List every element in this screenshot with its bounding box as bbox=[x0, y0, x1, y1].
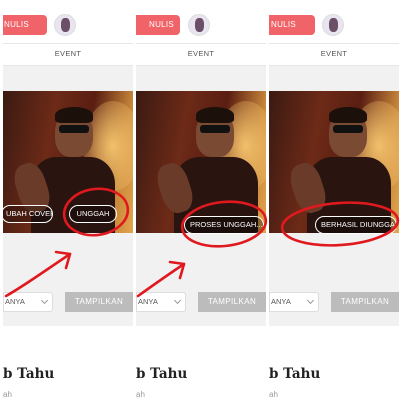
screenshot-panel-1: NULIS EVENT UBAH COVER UNGGAH ANYA TAMPI… bbox=[3, 0, 133, 404]
chevron-down-icon bbox=[40, 296, 49, 305]
tab-event[interactable]: EVENT bbox=[136, 44, 266, 66]
filter-select-value: ANYA bbox=[271, 297, 291, 306]
card-subtitle: ah bbox=[3, 390, 12, 399]
filter-row: ANYA TAMPILKAN bbox=[269, 292, 399, 314]
menulis-button[interactable]: NULIS bbox=[3, 15, 47, 35]
filter-select[interactable]: ANYA bbox=[136, 292, 186, 312]
tab-event[interactable]: EVENT bbox=[269, 44, 399, 66]
card-title: b Tahu bbox=[136, 366, 188, 382]
avatar[interactable] bbox=[54, 14, 76, 36]
top-bar: NULIS bbox=[136, 0, 266, 44]
screenshot-panel-2: NULIS EVENT PROSES UNGGAH... ANYA TAMPIL… bbox=[136, 0, 266, 404]
avatar[interactable] bbox=[188, 14, 210, 36]
menulis-button[interactable]: NULIS bbox=[269, 15, 315, 35]
top-bar: NULIS bbox=[3, 0, 133, 44]
upload-status-button: PROSES UNGGAH... bbox=[184, 216, 264, 234]
content-card[interactable]: b Tahu ah bbox=[269, 326, 399, 404]
chevron-down-icon bbox=[173, 296, 182, 305]
card-title: b Tahu bbox=[3, 366, 55, 382]
cover-image bbox=[136, 91, 266, 233]
menulis-button[interactable]: NULIS bbox=[136, 15, 180, 35]
tampilkan-button[interactable]: TAMPILKAN bbox=[198, 292, 266, 312]
screenshot-panel-3: NULIS EVENT BERHASIL DIUNGGAH ANYA TAMPI… bbox=[269, 0, 399, 404]
filter-select-value: ANYA bbox=[5, 297, 25, 306]
filter-select[interactable]: ANYA bbox=[269, 292, 319, 312]
tampilkan-button[interactable]: TAMPILKAN bbox=[65, 292, 133, 312]
avatar[interactable] bbox=[322, 14, 344, 36]
tab-event[interactable]: EVENT bbox=[3, 44, 133, 66]
filter-row: ANYA TAMPILKAN bbox=[136, 292, 266, 314]
filter-row: ANYA TAMPILKAN bbox=[3, 292, 133, 314]
content-card[interactable]: b Tahu ah bbox=[3, 326, 133, 404]
upload-button[interactable]: UNGGAH bbox=[69, 205, 117, 223]
content-card[interactable]: b Tahu ah bbox=[136, 326, 266, 404]
card-subtitle: ah bbox=[136, 390, 145, 399]
top-bar: NULIS bbox=[269, 0, 399, 44]
card-title: b Tahu bbox=[269, 366, 321, 382]
filter-select-value: ANYA bbox=[138, 297, 158, 306]
chevron-down-icon bbox=[306, 296, 315, 305]
tampilkan-button[interactable]: TAMPILKAN bbox=[331, 292, 399, 312]
card-subtitle: ah bbox=[269, 390, 278, 399]
filter-select[interactable]: ANYA bbox=[3, 292, 53, 312]
upload-success-status: BERHASIL DIUNGGAH bbox=[315, 216, 397, 234]
cover-image bbox=[269, 91, 399, 233]
change-cover-button[interactable]: UBAH COVER bbox=[3, 205, 53, 223]
